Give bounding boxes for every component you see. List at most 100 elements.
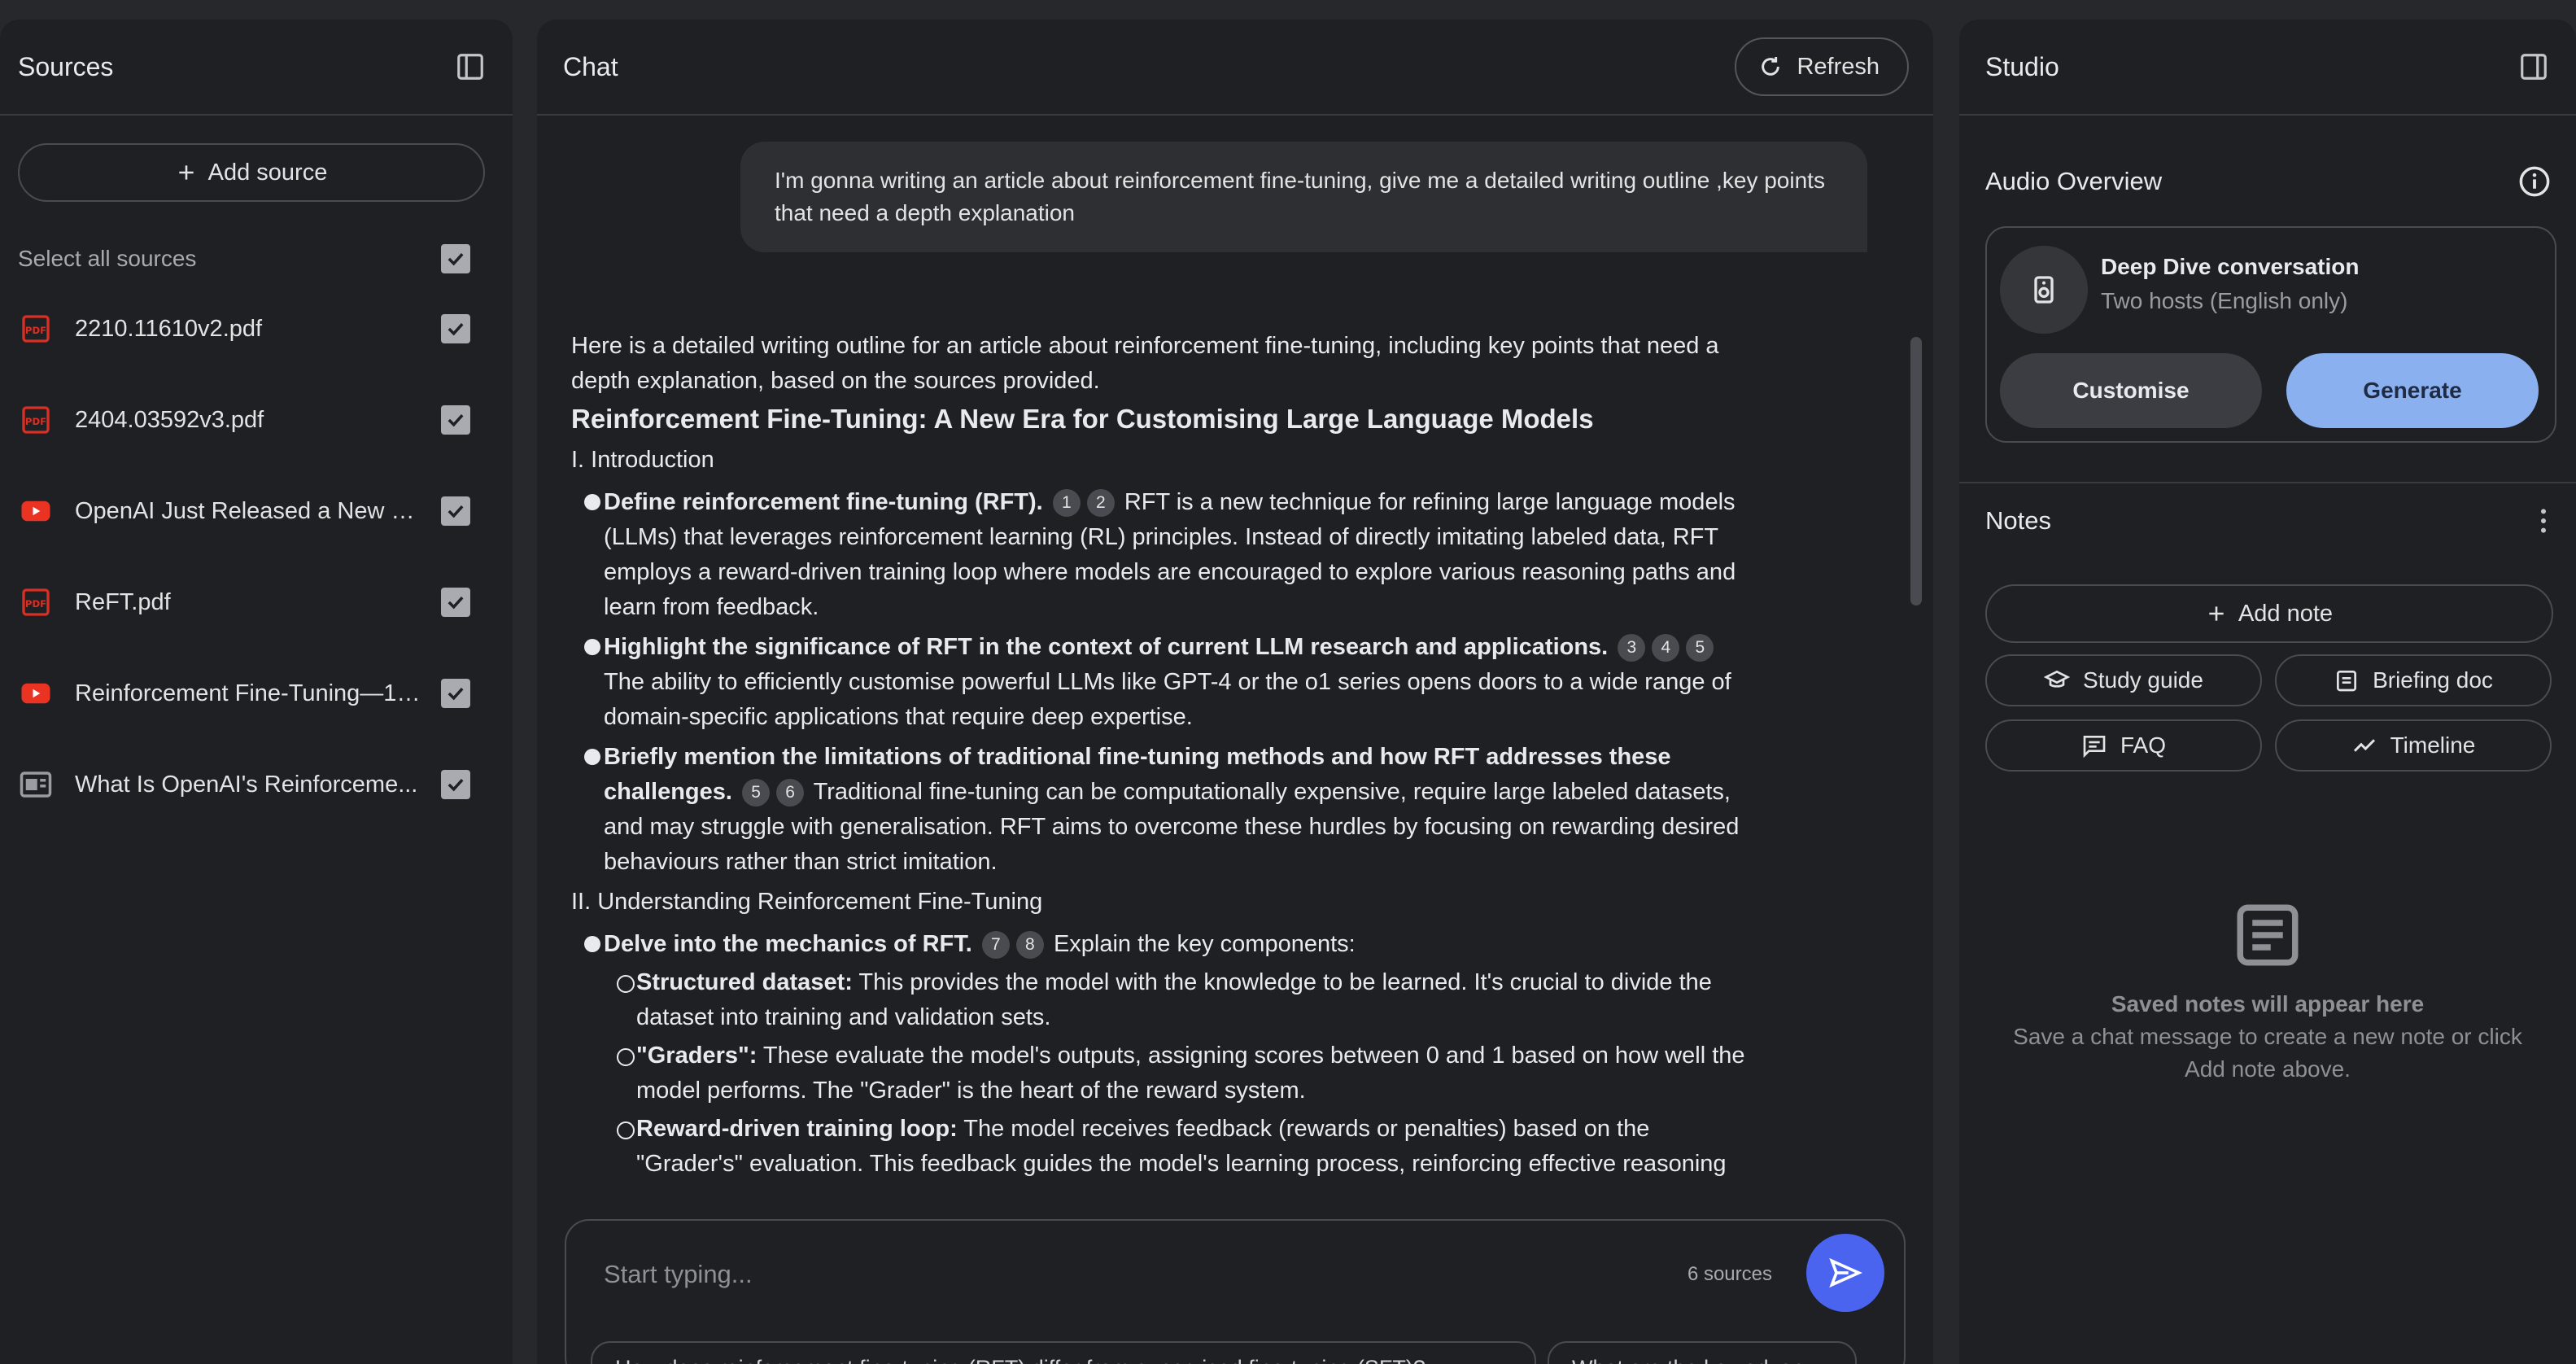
sub-bold: Reward-driven training loop: [636,1116,958,1142]
deep-dive-title: Deep Dive conversation [2101,254,2360,279]
collapse-panel-icon[interactable] [452,49,488,85]
deep-dive-subtitle: Two hosts (English only) [2101,288,2348,313]
source-name: OpenAI Just Released a New U... [75,497,425,524]
trend-icon [2351,732,2377,759]
source-item[interactable]: Reinforcement Fine-Tuning—12... [0,648,513,739]
citation-chip[interactable]: 6 [776,778,805,807]
notes-empty-state: Saved notes will appear here Save a chat… [1959,898,2576,1086]
studio-title: Studio [1985,51,2059,81]
select-all-row: Select all sources [0,234,513,283]
empty-title: Saved notes will appear here [2111,991,2425,1016]
refresh-label: Refresh [1797,53,1880,80]
section-heading: I. Introduction [571,447,714,473]
add-source-label: Add source [207,159,328,186]
svg-text:PDF: PDF [25,598,46,610]
select-all-label: Select all sources [18,246,197,271]
bullet-text: Explain the key components: [1046,931,1356,957]
chat-panel: Chat Refresh I'm gonna writing an articl… [537,20,1933,1364]
sub-list-item: Reward-driven training loop: The model r… [571,1112,1759,1182]
source-checkbox[interactable] [441,405,470,435]
source-checkbox[interactable] [441,588,470,617]
send-button[interactable] [1806,1234,1884,1312]
studio-panel: Studio Audio Overview Deep Dive conversa… [1959,20,2576,1364]
info-icon[interactable] [2517,164,2552,199]
section-heading: II. Understanding Reinforcement Fine-Tun… [571,889,1043,915]
select-all-checkbox[interactable] [441,244,470,273]
chat-input[interactable]: Start typing... [604,1260,753,1289]
notes-title: Notes [1985,506,2051,535]
plus-icon [176,162,197,183]
youtube-icon [18,493,54,529]
pdf-icon: PDF [18,402,54,438]
citation-chip[interactable]: 5 [742,778,771,807]
svg-text:PDF: PDF [25,325,46,336]
generate-button[interactable]: Generate [2286,353,2539,428]
suggested-question[interactable]: What are the key advan [1548,1341,1857,1364]
more-options-icon[interactable] [2527,505,2560,537]
briefing-doc-label: Briefing doc [2373,667,2493,693]
citation-chip[interactable]: 3 [1618,633,1646,662]
sub-list-item: "Graders": These evaluate the model's ou… [571,1038,1759,1108]
briefing-doc-button[interactable]: Briefing doc [2275,654,2552,706]
source-checkbox[interactable] [441,770,470,799]
source-checkbox[interactable] [441,679,470,708]
add-note-button[interactable]: Add note [1985,584,2553,643]
send-icon [1827,1255,1863,1291]
note-icon [2231,898,2304,972]
add-source-button[interactable]: Add source [18,143,485,202]
audio-overview-title: Audio Overview [1985,167,2163,195]
youtube-icon [18,675,54,711]
studio-header: Studio [1959,20,2576,116]
user-message: I'm gonna writing an article about reinf… [740,142,1867,252]
citation-chip[interactable]: 5 [1686,633,1714,662]
study-guide-button[interactable]: Study guide [1985,654,2262,706]
list-item: Delve into the mechanics of RFT. 78 Expl… [571,927,1759,962]
source-item[interactable]: What Is OpenAI's Reinforceme... [0,739,513,830]
suggested-question[interactable]: How does reinforcement fine-tuning (RFT)… [591,1341,1536,1364]
source-item[interactable]: OpenAI Just Released a New U... [0,466,513,557]
chat-bubble-icon [2081,732,2107,759]
plus-icon [2206,603,2227,624]
customise-button[interactable]: Customise [2000,353,2262,428]
source-item[interactable]: PDF 2404.03592v3.pdf [0,374,513,466]
source-name: 2404.03592v3.pdf [75,406,264,433]
pdf-icon: PDF [18,311,54,347]
source-checkbox[interactable] [441,496,470,526]
bullet-bold: Define reinforcement fine-tuning (RFT). [604,489,1043,515]
source-item[interactable]: PDF 2210.11610v2.pdf [0,283,513,374]
web-icon [18,767,54,802]
refresh-button[interactable]: Refresh [1735,37,1909,96]
source-name: What Is OpenAI's Reinforceme... [75,771,418,798]
empty-text: Save a chat message to create a new note… [2013,1024,2522,1082]
citation-chip[interactable]: 4 [1652,633,1680,662]
sources-header: Sources [0,20,513,116]
source-name: Reinforcement Fine-Tuning—12... [75,680,425,706]
note-actions: Study guide Briefing doc FAQ Timeline [1985,654,2553,772]
sub-list-item: Structured dataset: This provides the mo… [571,965,1759,1035]
response-intro: Here is a detailed writing outline for a… [571,333,1719,394]
citation-chip[interactable]: 7 [981,930,1010,959]
source-name: ReFT.pdf [75,588,171,615]
sub-bold: Structured dataset: [636,969,853,995]
audio-overview-header: Audio Overview [1959,116,2576,199]
source-item[interactable]: PDF ReFT.pdf [0,557,513,648]
citation-chip[interactable]: 1 [1052,488,1081,517]
chat-header: Chat Refresh [537,20,1933,116]
sources-title: Sources [18,51,114,81]
source-checkbox[interactable] [441,314,470,343]
list-item: Highlight the significance of RFT in the… [571,630,1759,735]
chat-composer: Start typing... 6 sources How does reinf… [565,1219,1906,1364]
chat-title: Chat [563,51,618,81]
collapse-panel-icon[interactable] [2516,49,2552,85]
timeline-label: Timeline [2390,732,2476,758]
bullet-text: Traditional fine-tuning can be computati… [604,779,1740,875]
bullet-bold: Delve into the mechanics of RFT. [604,931,972,957]
citation-chip[interactable]: 8 [1015,930,1044,959]
notes-header: Notes [1959,483,2576,537]
graduation-cap-icon [2044,667,2071,693]
chat-scrollbar[interactable] [1910,337,1922,605]
faq-button[interactable]: FAQ [1985,719,2262,772]
citation-chip[interactable]: 2 [1086,488,1115,517]
refresh-icon [1757,54,1784,80]
timeline-button[interactable]: Timeline [2275,719,2552,772]
